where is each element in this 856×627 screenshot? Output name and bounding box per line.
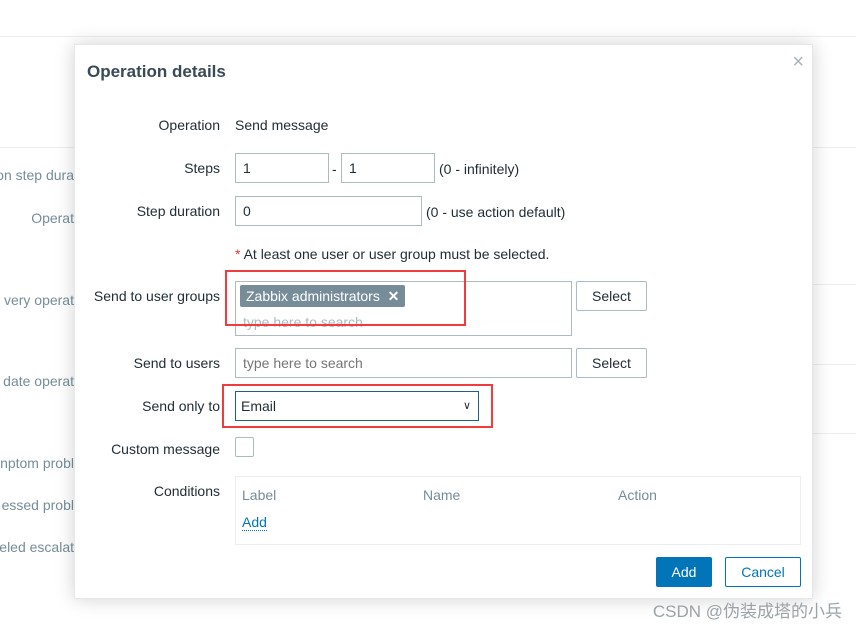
send-only-to-label: Send only to <box>142 398 220 414</box>
conditions-table: Label Name Action Add <box>235 476 801 545</box>
dialog-title: Operation details <box>87 62 226 81</box>
conditions-label: Conditions <box>153 483 220 499</box>
bg-label: date operat <box>3 373 74 389</box>
select-user-groups-button[interactable]: Select <box>576 281 647 311</box>
divider <box>812 433 856 434</box>
close-icon[interactable]: × <box>792 51 804 74</box>
step-duration-hint: (0 - use action default) <box>426 204 566 220</box>
requirement-note: * At least one user or user group must b… <box>235 246 549 262</box>
highlight-box <box>225 270 466 326</box>
top-bar <box>0 0 856 37</box>
step-duration-input[interactable] <box>235 196 422 226</box>
steps-separator: - <box>332 161 337 177</box>
steps-label: Steps <box>184 160 220 176</box>
column-name: Name <box>423 487 461 503</box>
requirement-text: At least one user or user group must be … <box>243 246 550 262</box>
watermark: CSDN @伪装成塔的小兵 <box>652 602 842 621</box>
custom-message-checkbox[interactable] <box>235 437 254 457</box>
steps-from-input[interactable] <box>235 153 329 183</box>
cancel-button[interactable]: Cancel <box>725 557 801 587</box>
bg-label: Operat <box>31 210 74 226</box>
steps-to-input[interactable] <box>341 153 435 183</box>
users-label: Send to users <box>133 355 220 371</box>
users-input[interactable] <box>235 348 572 378</box>
step-duration-label: Step duration <box>136 203 220 219</box>
operation-details-dialog: Operation details × Operation Send messa… <box>74 44 813 599</box>
add-button[interactable]: Add <box>656 557 712 587</box>
bg-label: very operat <box>3 292 74 308</box>
divider <box>812 284 856 285</box>
bg-label: on step dura <box>0 167 74 183</box>
operation-value: Send message <box>235 117 329 133</box>
steps-hint: (0 - infinitely) <box>439 161 520 177</box>
bg-label: eled escalat <box>0 539 74 555</box>
select-users-button[interactable]: Select <box>576 348 647 378</box>
column-label: Label <box>242 487 277 503</box>
add-condition-link[interactable]: Add <box>242 514 267 531</box>
required-asterisk: * <box>235 246 241 262</box>
column-action: Action <box>618 487 657 503</box>
bg-label: essed probl <box>1 497 74 513</box>
highlight-box <box>222 384 493 428</box>
custom-message-label: Custom message <box>111 441 220 457</box>
divider <box>812 364 856 365</box>
operation-label: Operation <box>158 117 220 133</box>
user-groups-label: Send to user groups <box>93 288 220 304</box>
bg-label: nptom probl <box>0 455 74 471</box>
